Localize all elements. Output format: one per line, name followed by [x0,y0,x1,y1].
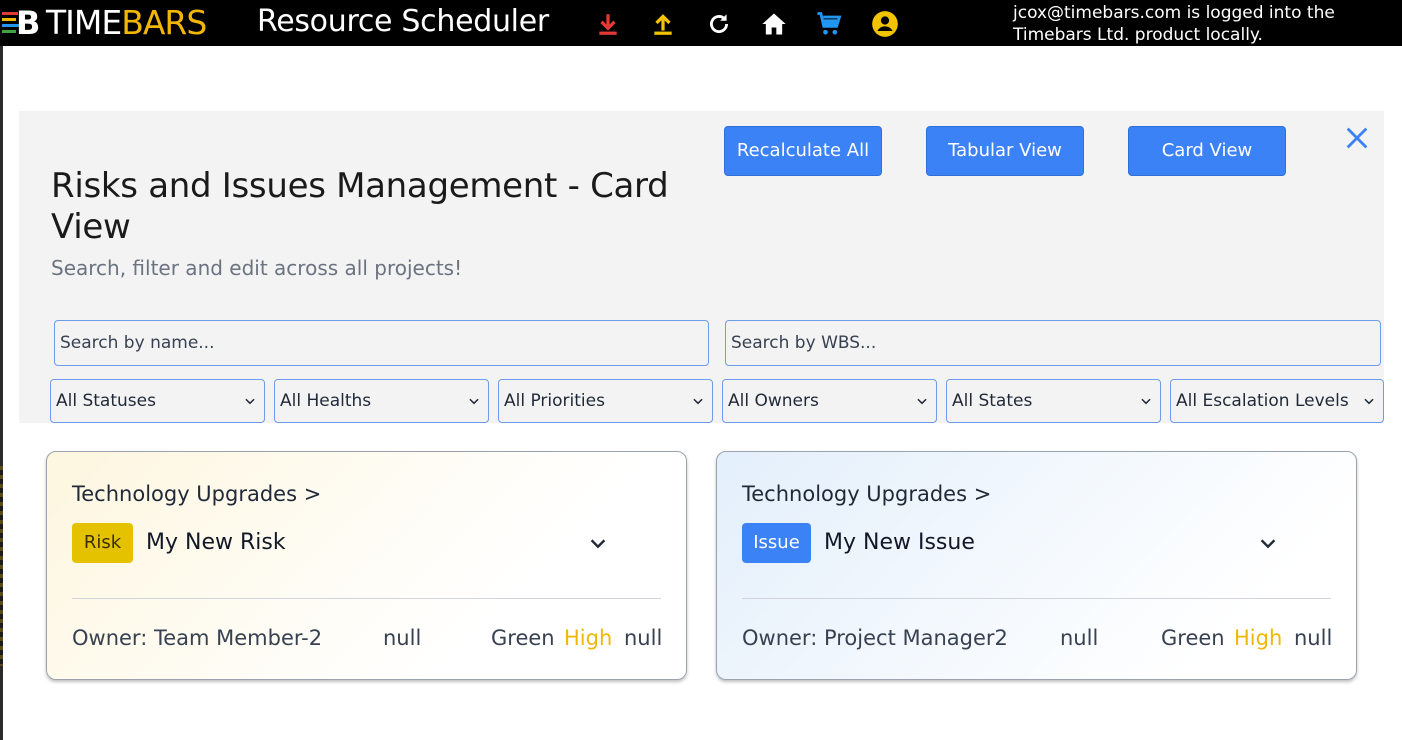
field-value: null [383,626,422,650]
refresh-icon[interactable] [705,10,733,38]
priority-value: High [564,626,613,650]
app-title: Resource Scheduler [257,4,549,39]
recalculate-all-button[interactable]: Recalculate All [724,126,882,176]
chevron-down-icon [469,398,479,405]
tabular-view-button[interactable]: Tabular View [926,126,1084,176]
health-filter-select[interactable]: All Healths [274,379,489,423]
home-icon[interactable] [760,10,788,38]
logo-text-time: TIME [46,3,122,42]
login-status: jcox@timebars.com is logged into the Tim… [1013,3,1335,45]
card-breadcrumb[interactable]: Technology Upgrades > [72,481,321,507]
logo[interactable]: B TIMEBARS [2,3,207,42]
escalation-filter-select[interactable]: All Escalation Levels [1170,379,1384,423]
health-value: Green [1161,626,1225,650]
owner-label: Owner: Team Member-2 [72,626,323,650]
health-filter-value: All Healths [280,391,372,411]
logo-text-bars: BARS [121,3,207,42]
card-divider [742,598,1331,599]
state-filter-value: All States [952,391,1033,411]
priority-filter-select[interactable]: All Priorities [498,379,713,423]
upload-icon[interactable] [649,10,677,38]
chevron-down-icon [1364,398,1374,405]
card-divider [72,598,661,599]
logo-text: TIMEBARS [46,3,207,42]
priority-filter-value: All Priorities [504,391,605,411]
logo-mark-icon: B [2,6,44,40]
owner-filter-value: All Owners [728,391,819,411]
account-icon[interactable] [871,10,899,38]
field-value: null [624,626,663,650]
type-badge: Risk [72,523,133,563]
owner-label: Owner: Project Manager2 [742,626,1008,650]
chevron-down-icon[interactable] [587,532,609,554]
chevron-down-icon [1141,398,1151,405]
window-edge [0,46,3,740]
item-name[interactable]: My New Issue [824,529,975,557]
cart-icon[interactable] [815,10,843,38]
card-view-button[interactable]: Card View [1128,126,1286,176]
escalation-filter-value: All Escalation Levels [1176,391,1349,411]
chevron-down-icon [245,398,255,405]
priority-value: High [1234,626,1283,650]
chevron-down-icon [693,398,703,405]
search-by-wbs-input[interactable] [725,320,1381,366]
risk-card[interactable]: Technology Upgrades > Risk My New Risk O… [46,451,687,680]
item-name[interactable]: My New Risk [146,529,286,557]
chevron-down-icon [917,398,927,405]
owner-filter-select[interactable]: All Owners [722,379,937,423]
top-bar: B TIMEBARS Resource Scheduler jcox@timeb… [0,0,1402,46]
state-filter-select[interactable]: All States [946,379,1161,423]
page-title: Risks and Issues Management - Card View [51,166,669,247]
field-value: null [1294,626,1333,650]
page-subtitle: Search, filter and edit across all proje… [51,256,463,280]
type-badge: Issue [742,523,811,563]
download-icon[interactable] [594,10,622,38]
card-breadcrumb[interactable]: Technology Upgrades > [742,481,991,507]
status-filter-value: All Statuses [56,391,156,411]
close-icon[interactable] [1343,124,1371,152]
status-filter-select[interactable]: All Statuses [50,379,265,423]
health-value: Green [491,626,555,650]
chevron-down-icon[interactable] [1257,532,1279,554]
issue-card[interactable]: Technology Upgrades > Issue My New Issue… [716,451,1357,680]
search-by-name-input[interactable] [54,320,709,366]
field-value: null [1060,626,1099,650]
